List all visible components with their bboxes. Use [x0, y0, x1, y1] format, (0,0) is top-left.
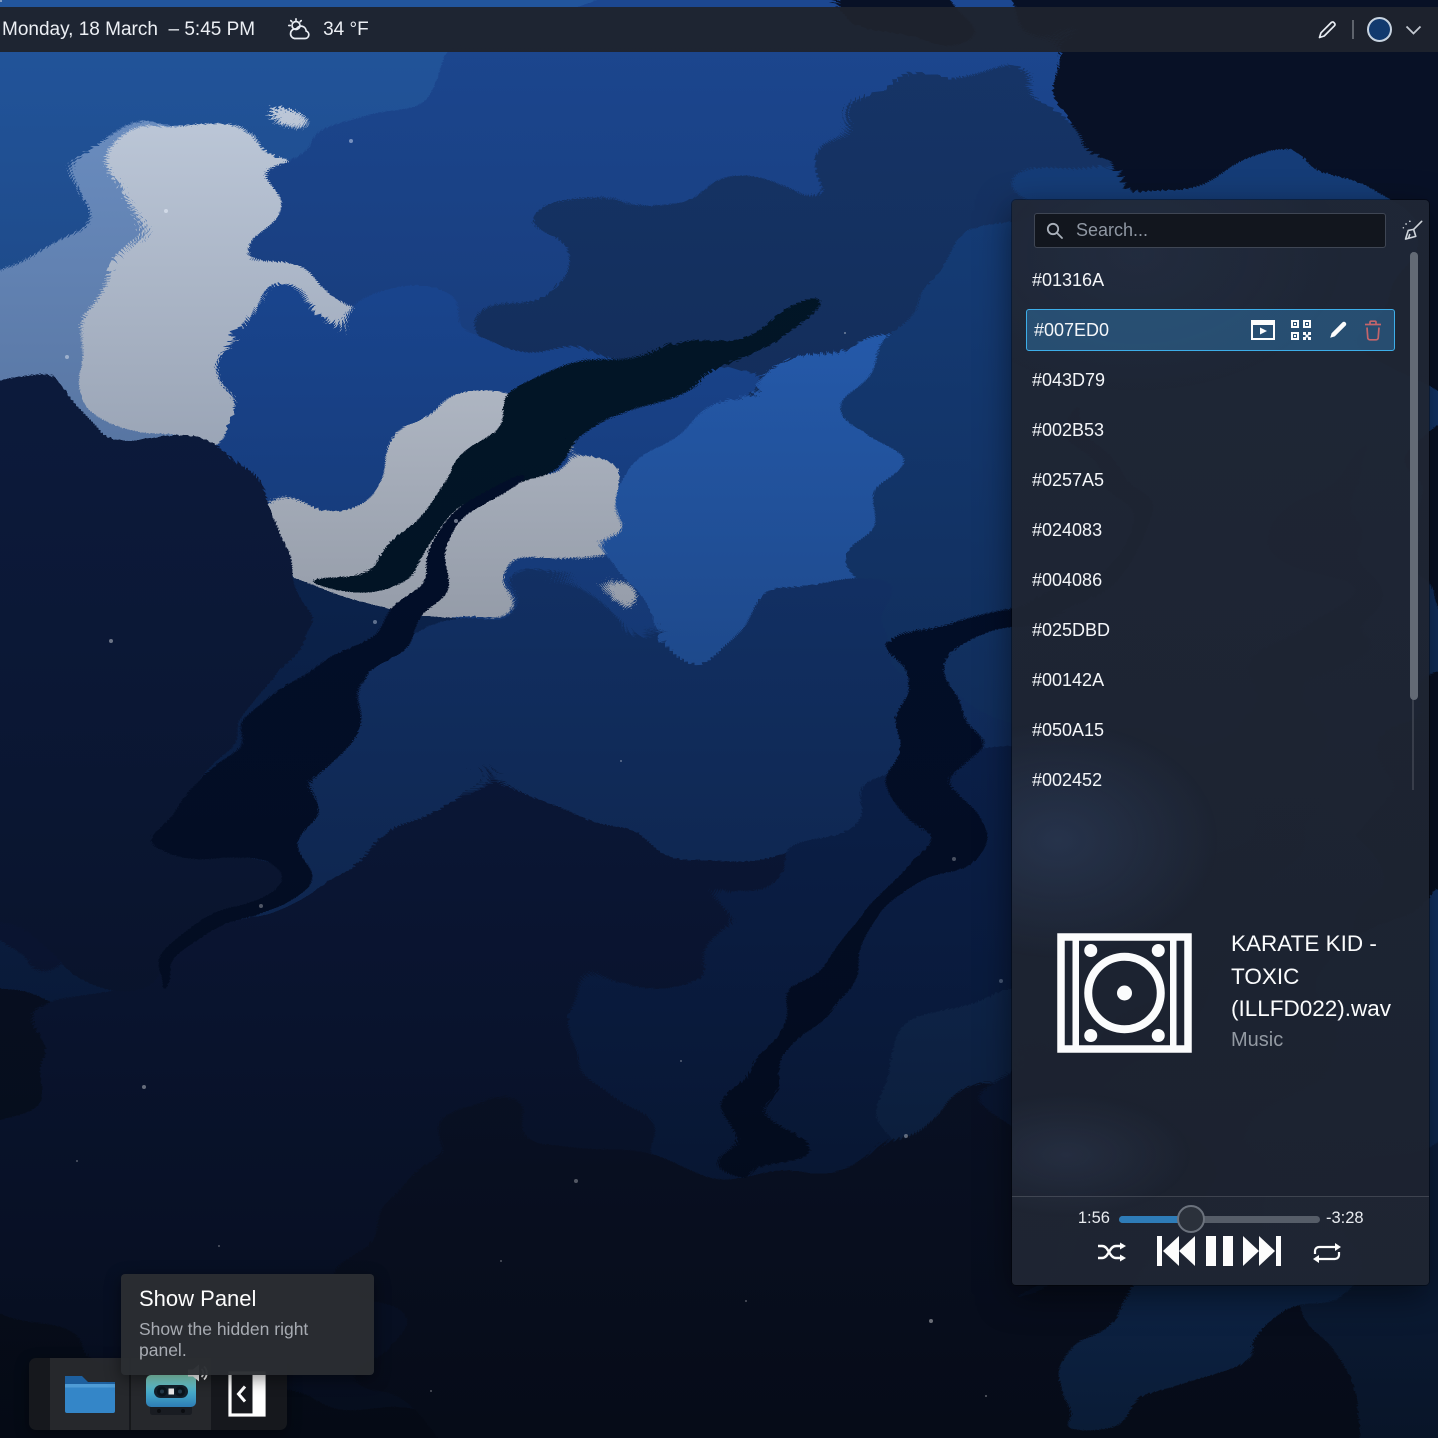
- desktop: Monday, 18 March – 5:45 PM 34 °F: [0, 0, 1438, 1438]
- clipboard-item[interactable]: #024083: [1012, 505, 1407, 555]
- tooltip-title: Show Panel: [139, 1286, 356, 1312]
- qr-code-icon[interactable]: [1290, 319, 1312, 341]
- pen-icon[interactable]: [1315, 18, 1339, 42]
- folder-icon: [62, 1371, 118, 1417]
- wallpaper-speckles: [0, 0, 2, 2]
- skip-backward-icon: [1157, 1236, 1195, 1266]
- clipboard-list: #01316A #007ED0: [1012, 255, 1407, 797]
- clipboard-item[interactable]: #025DBD: [1012, 605, 1407, 655]
- seek-handle[interactable]: [1177, 1205, 1205, 1233]
- repeat-button[interactable]: [1310, 1241, 1344, 1265]
- tooltip-subtitle: Show the hidden right panel.: [139, 1319, 356, 1361]
- remaining-time: -3:28: [1326, 1209, 1364, 1228]
- elapsed-time: 1:56: [1012, 1209, 1110, 1228]
- media-buttons: [1012, 1233, 1429, 1273]
- pause-icon: [1206, 1236, 1233, 1266]
- show-panel-button[interactable]: [228, 1371, 266, 1417]
- clock-widget[interactable]: Monday, 18 March – 5:45 PM: [2, 19, 255, 41]
- clipboard-item-text: #043D79: [1032, 370, 1105, 391]
- track-source: Music: [1231, 1029, 1411, 1052]
- task-file-manager[interactable]: [50, 1358, 129, 1430]
- clipboard-item[interactable]: #0257A5: [1012, 455, 1407, 505]
- clipboard-item[interactable]: #004086: [1012, 555, 1407, 605]
- clear-history-icon[interactable]: [1398, 217, 1426, 245]
- clipboard-item[interactable]: #002B53: [1012, 405, 1407, 455]
- skip-forward-icon: [1243, 1236, 1281, 1266]
- invoke-action-icon[interactable]: [1251, 320, 1275, 340]
- scrollbar-thumb[interactable]: [1410, 252, 1418, 700]
- previous-button[interactable]: [1157, 1236, 1195, 1266]
- clipboard-item-text: #002B53: [1032, 420, 1104, 441]
- clipboard-item[interactable]: #050A15: [1012, 705, 1407, 755]
- delete-icon[interactable]: [1364, 320, 1382, 341]
- search-icon: [1045, 221, 1065, 241]
- color-circle-icon[interactable]: [1367, 17, 1392, 42]
- tooltip: Show Panel Show the hidden right panel.: [121, 1274, 374, 1375]
- repeat-icon: [1310, 1241, 1344, 1265]
- clipboard-item-actions: [1251, 319, 1382, 341]
- clipboard-item-text: #01316A: [1032, 270, 1104, 291]
- tray-separator: [1352, 20, 1354, 39]
- search-input[interactable]: [1074, 219, 1375, 242]
- top-panel: Monday, 18 March – 5:45 PM 34 °F: [0, 7, 1438, 52]
- media-controls-section: 1:56 -3:28: [1012, 1196, 1429, 1285]
- show-panel-icon: [228, 1371, 266, 1417]
- weather-widget[interactable]: 34 °F: [285, 17, 369, 43]
- edit-icon[interactable]: [1327, 319, 1349, 341]
- partly-cloudy-icon: [285, 17, 315, 43]
- clipboard-item-text: #0257A5: [1032, 470, 1104, 491]
- clipboard-item-selected[interactable]: #007ED0: [1026, 309, 1395, 351]
- clipboard-item[interactable]: #043D79: [1012, 355, 1407, 405]
- clipboard-panel: #01316A #007ED0: [1012, 200, 1429, 1285]
- clipboard-item-text: #007ED0: [1034, 320, 1109, 341]
- clipboard-item[interactable]: #01316A: [1012, 255, 1407, 305]
- system-tray: [1315, 17, 1422, 42]
- clipboard-item[interactable]: #002452: [1012, 755, 1407, 797]
- shuffle-button[interactable]: [1096, 1240, 1128, 1264]
- clipboard-item-text: #025DBD: [1032, 620, 1110, 641]
- shuffle-icon: [1096, 1240, 1128, 1264]
- album-art-icon: [1057, 933, 1192, 1053]
- weather-temp: 34 °F: [323, 19, 369, 41]
- pause-button[interactable]: [1206, 1236, 1233, 1266]
- clipboard-item-text: #004086: [1032, 570, 1102, 591]
- seek-slider[interactable]: [1119, 1216, 1320, 1223]
- next-button[interactable]: [1243, 1236, 1281, 1266]
- broom-icon: [1398, 217, 1426, 245]
- clipboard-item-text: #024083: [1032, 520, 1102, 541]
- track-title: KARATE KID - TOXIC (ILLFD022).wav: [1231, 928, 1411, 1026]
- clipboard-item-text: #050A15: [1032, 720, 1104, 741]
- clipboard-item[interactable]: #00142A: [1012, 655, 1407, 705]
- clipboard-item-text: #002452: [1032, 770, 1102, 791]
- chevron-down-icon[interactable]: [1405, 25, 1422, 35]
- search-field[interactable]: [1034, 213, 1386, 248]
- clipboard-item-text: #00142A: [1032, 670, 1104, 691]
- track-info: KARATE KID - TOXIC (ILLFD022).wav Music: [1231, 928, 1411, 1052]
